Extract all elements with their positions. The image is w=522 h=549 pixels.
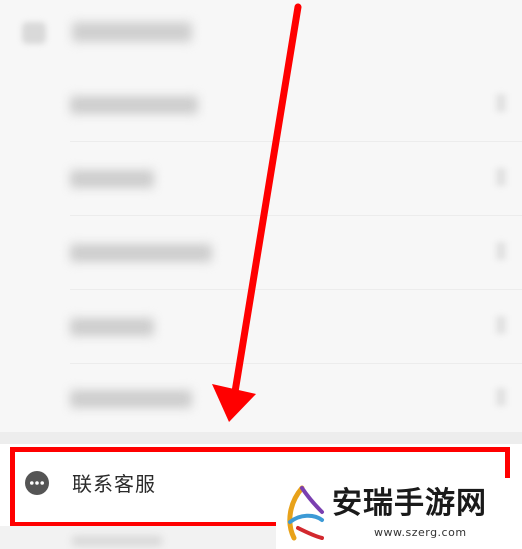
watermark: 安瑞手游网 www.szerg.com xyxy=(276,478,522,549)
red-arrow-annotation xyxy=(212,3,302,422)
watermark-logo xyxy=(287,485,324,541)
watermark-url: www.szerg.com xyxy=(374,526,467,539)
watermark-name: 安瑞手游网 xyxy=(332,486,487,521)
settings-screen: 联系客服 › 安瑞手游网 www.szerg.com xyxy=(0,0,522,549)
